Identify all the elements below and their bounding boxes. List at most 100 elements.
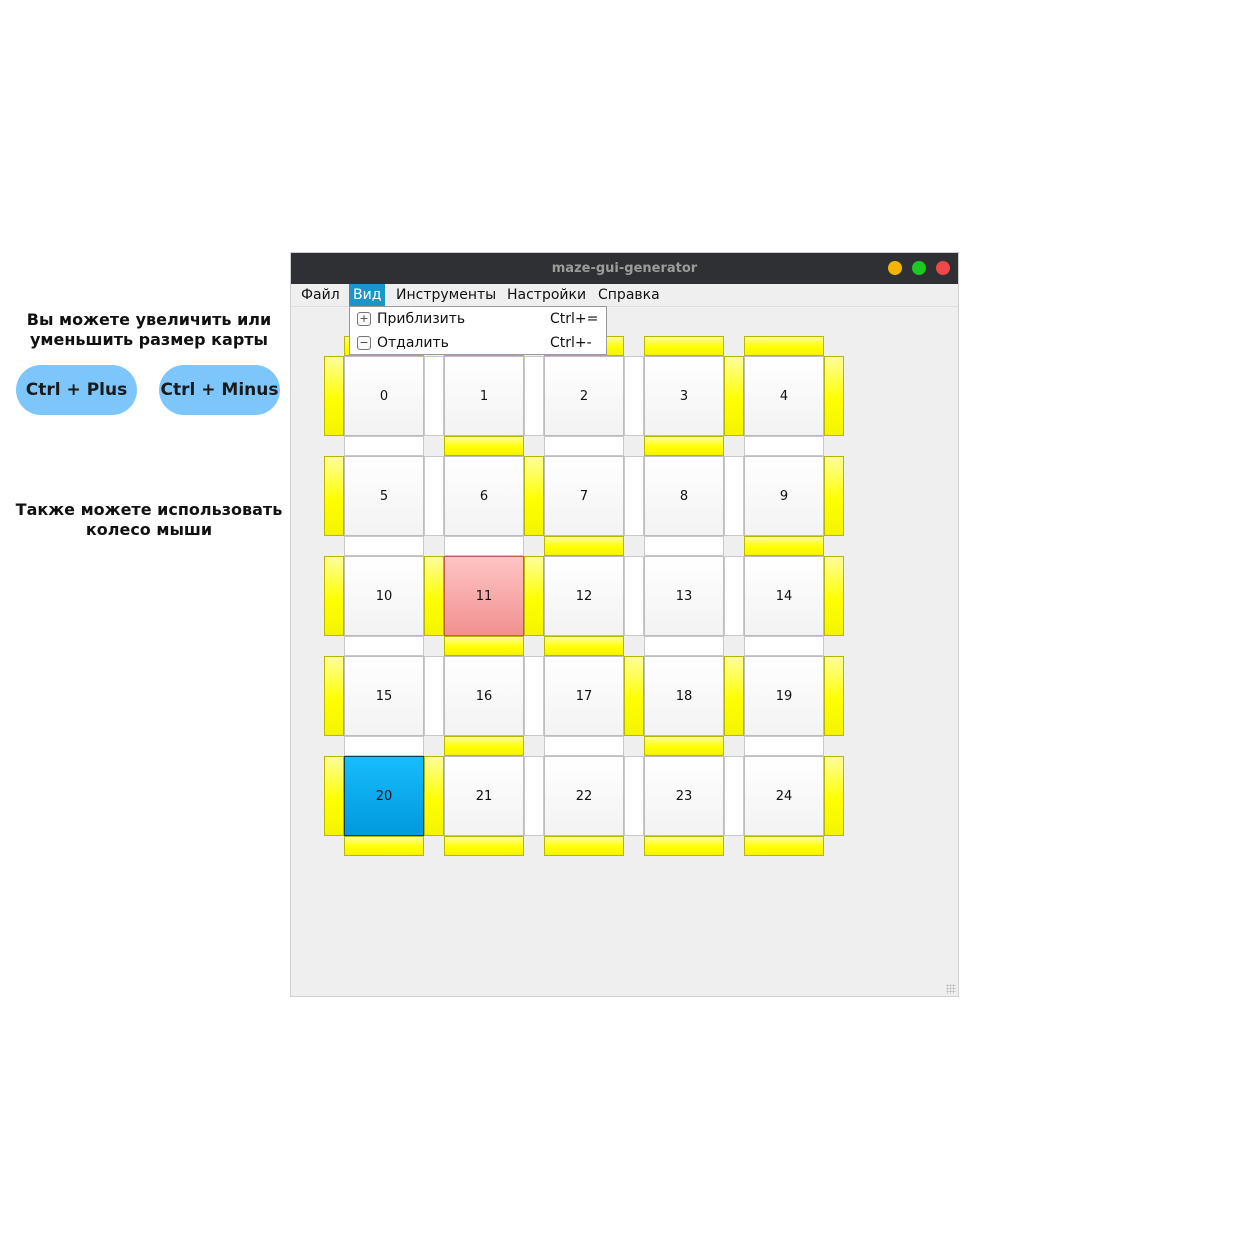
maze-wall-vertical[interactable] (824, 756, 844, 836)
maze-wall-vertical[interactable] (724, 356, 744, 436)
maze-wall-vertical[interactable] (724, 456, 744, 536)
maze-wall-vertical[interactable] (524, 556, 544, 636)
maze-wall-vertical[interactable] (524, 756, 544, 836)
maze-wall-vertical[interactable] (324, 556, 344, 636)
close-button[interactable] (936, 261, 950, 275)
maze-cell[interactable]: 21 (444, 756, 524, 836)
maze-wall-horizontal[interactable] (444, 536, 524, 556)
maze-cell[interactable]: 16 (444, 656, 524, 736)
zoom-out-menu-item[interactable]: − Отдалить Ctrl+- (350, 331, 606, 355)
maze-cell[interactable]: 8 (644, 456, 724, 536)
maze-wall-horizontal[interactable] (644, 536, 724, 556)
maze-cell[interactable]: 6 (444, 456, 524, 536)
zoom-out-label: Отдалить (377, 335, 449, 351)
maze-wall-vertical[interactable] (424, 656, 444, 736)
maze-cell[interactable]: 1 (444, 356, 524, 436)
maze-cell[interactable]: 10 (344, 556, 424, 636)
maze-wall-vertical[interactable] (424, 356, 444, 436)
maze-cell[interactable]: 22 (544, 756, 624, 836)
maze-cell[interactable]: 0 (344, 356, 424, 436)
maze-cell[interactable]: 17 (544, 656, 624, 736)
maze-cell[interactable]: 24 (744, 756, 824, 836)
maze-wall-horizontal[interactable] (544, 836, 624, 856)
maze-cell[interactable]: 19 (744, 656, 824, 736)
maze-wall-vertical[interactable] (824, 456, 844, 536)
maze-wall-horizontal[interactable] (644, 436, 724, 456)
maze-wall-horizontal[interactable] (644, 636, 724, 656)
maze-wall-horizontal[interactable] (744, 636, 824, 656)
maze-wall-horizontal[interactable] (544, 536, 624, 556)
maze-wall-vertical[interactable] (324, 356, 344, 436)
zoom-out-shortcut: Ctrl+- (550, 335, 592, 351)
maze-wall-horizontal[interactable] (744, 836, 824, 856)
minimize-button[interactable] (888, 261, 902, 275)
zoom-in-menu-item[interactable]: + Приблизить Ctrl+= (350, 307, 606, 331)
maze-wall-horizontal[interactable] (744, 536, 824, 556)
maze-wall-vertical[interactable] (724, 756, 744, 836)
ctrl-plus-badge: Ctrl + Plus (16, 365, 137, 415)
maze-wall-vertical[interactable] (824, 656, 844, 736)
title-bar[interactable]: maze-gui-generator (291, 253, 958, 284)
maze-wall-vertical[interactable] (324, 456, 344, 536)
maze-wall-horizontal[interactable] (744, 736, 824, 756)
maze-wall-horizontal[interactable] (544, 436, 624, 456)
maze-wall-horizontal[interactable] (344, 436, 424, 456)
menu-tools[interactable]: Инструменты (392, 284, 500, 306)
maze-wall-vertical[interactable] (524, 456, 544, 536)
maze-cell[interactable]: 23 (644, 756, 724, 836)
maze-wall-vertical[interactable] (424, 456, 444, 536)
maze-wall-horizontal[interactable] (444, 836, 524, 856)
maze-wall-vertical[interactable] (324, 656, 344, 736)
maze-wall-vertical[interactable] (824, 356, 844, 436)
menu-settings[interactable]: Настройки (503, 284, 590, 306)
menu-help[interactable]: Справка (594, 284, 664, 306)
maze-wall-horizontal[interactable] (344, 636, 424, 656)
maze-wall-horizontal[interactable] (544, 736, 624, 756)
zoom-in-icon: + (357, 312, 371, 326)
maze-wall-horizontal[interactable] (444, 736, 524, 756)
maze-cell[interactable]: 5 (344, 456, 424, 536)
maze-cell[interactable]: 15 (344, 656, 424, 736)
maze-cell-finish[interactable]: 20 (344, 756, 424, 836)
maze-wall-horizontal[interactable] (444, 636, 524, 656)
maze-cell[interactable]: 12 (544, 556, 624, 636)
maze-wall-vertical[interactable] (624, 756, 644, 836)
maze-wall-vertical[interactable] (724, 556, 744, 636)
maze-wall-vertical[interactable] (724, 656, 744, 736)
maze-wall-vertical[interactable] (424, 556, 444, 636)
maze-wall-vertical[interactable] (524, 356, 544, 436)
maze-cell[interactable]: 7 (544, 456, 624, 536)
maze-wall-vertical[interactable] (624, 556, 644, 636)
resize-grip-icon[interactable] (946, 984, 956, 994)
maze-wall-horizontal[interactable] (344, 736, 424, 756)
maze-wall-horizontal[interactable] (644, 336, 724, 356)
maze-cell[interactable]: 3 (644, 356, 724, 436)
maze-wall-vertical[interactable] (624, 456, 644, 536)
maze-wall-vertical[interactable] (824, 556, 844, 636)
maze-cell[interactable]: 2 (544, 356, 624, 436)
maze-wall-horizontal[interactable] (444, 436, 524, 456)
maze-cell[interactable]: 13 (644, 556, 724, 636)
maze-cell-start[interactable]: 11 (444, 556, 524, 636)
maze-wall-vertical[interactable] (324, 756, 344, 836)
maze-wall-horizontal[interactable] (744, 436, 824, 456)
maze-wall-horizontal[interactable] (744, 336, 824, 356)
maze-wall-vertical[interactable] (624, 656, 644, 736)
zoom-out-icon: − (357, 336, 371, 350)
menu-bar: Файл Вид Инструменты Настройки Справка (291, 284, 958, 307)
maze-wall-horizontal[interactable] (644, 836, 724, 856)
maze-cell[interactable]: 18 (644, 656, 724, 736)
maze-wall-horizontal[interactable] (344, 836, 424, 856)
menu-file[interactable]: Файл (297, 284, 344, 306)
maze-wall-vertical[interactable] (624, 356, 644, 436)
maze-cell[interactable]: 4 (744, 356, 824, 436)
maze-wall-vertical[interactable] (424, 756, 444, 836)
maze-wall-vertical[interactable] (524, 656, 544, 736)
maximize-button[interactable] (912, 261, 926, 275)
maze-wall-horizontal[interactable] (544, 636, 624, 656)
maze-wall-horizontal[interactable] (644, 736, 724, 756)
maze-cell[interactable]: 14 (744, 556, 824, 636)
maze-wall-horizontal[interactable] (344, 536, 424, 556)
menu-view[interactable]: Вид (349, 284, 386, 306)
maze-cell[interactable]: 9 (744, 456, 824, 536)
